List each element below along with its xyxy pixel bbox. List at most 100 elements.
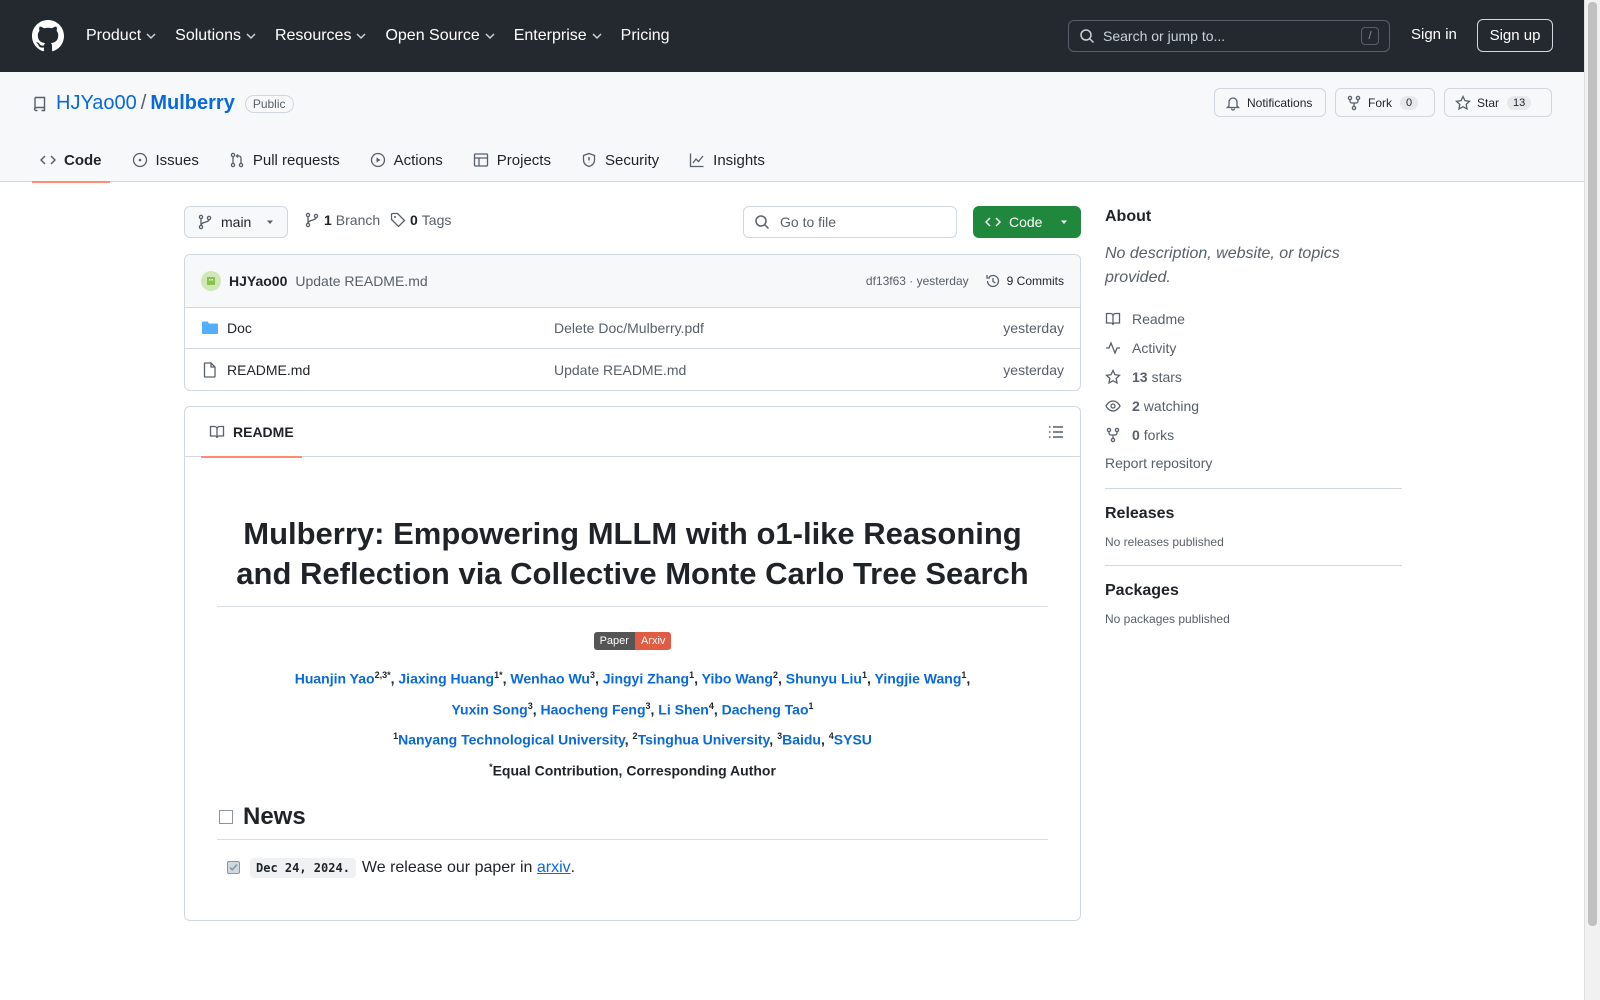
author-link[interactable]: Haocheng Feng <box>540 701 645 717</box>
tab-security[interactable]: Security <box>573 138 667 182</box>
scrollbar-thumb[interactable] <box>1588 2 1597 926</box>
news-date: Dec 24, 2024. <box>250 857 356 878</box>
branch-select-button[interactable]: main <box>184 206 288 238</box>
commit-author-link[interactable]: HJYao00 <box>229 273 287 289</box>
releases-section: Releases No releases published <box>1105 489 1402 566</box>
branches-link[interactable]: 1 Branch <box>304 212 380 228</box>
watchers-link[interactable]: 2 watching <box>1105 391 1402 420</box>
commit-message-link[interactable]: Update README.md <box>295 273 427 289</box>
nav-resources[interactable]: Resources <box>275 27 367 45</box>
author-link[interactable]: Jiaxing Huang <box>398 671 494 687</box>
tab-projects[interactable]: Projects <box>465 138 559 182</box>
graph-icon <box>690 153 704 168</box>
file-name-link[interactable]: Doc <box>201 320 554 336</box>
repo-icon <box>33 96 46 111</box>
pulse-icon <box>1106 340 1120 355</box>
file-row[interactable]: README.md Update README.md yesterday <box>185 349 1080 390</box>
readme-title: Mulberry: Empowering MLLM with o1-like R… <box>217 514 1048 607</box>
arxiv-link[interactable]: arxiv <box>537 859 571 877</box>
badge-left: Paper <box>593 632 635 650</box>
readme-tabbar: README <box>185 407 1080 458</box>
nav-pricing[interactable]: Pricing <box>621 27 670 45</box>
about-description: No description, website, or topics provi… <box>1105 245 1340 286</box>
author-link[interactable]: Yuxin Song <box>451 701 527 717</box>
author-link[interactable]: Huanjin Yao <box>295 671 375 687</box>
stars-link[interactable]: 13 stars <box>1105 362 1402 391</box>
chevron-down-icon <box>246 33 256 40</box>
nav-product[interactable]: Product <box>86 27 157 45</box>
tag-count: 0 <box>410 212 418 228</box>
file-date: yesterday <box>1003 320 1064 336</box>
page-scrollbar[interactable] <box>1584 0 1600 1000</box>
nav-solutions[interactable]: Solutions <box>175 27 257 45</box>
code-dropdown-button[interactable]: Code <box>973 206 1081 238</box>
repo-name-link[interactable]: Mulberry <box>150 92 234 115</box>
avatar-icon <box>207 277 215 285</box>
readme-link[interactable]: Readme <box>1105 304 1402 333</box>
search-placeholder: Search or jump to... <box>1103 28 1226 44</box>
readme-content: Mulberry: Empowering MLLM with o1-like R… <box>185 514 1080 878</box>
author-link[interactable]: Dacheng Tao <box>722 701 809 717</box>
releases-heading[interactable]: Releases <box>1105 505 1402 523</box>
tab-pull-requests[interactable]: Pull requests <box>221 138 348 182</box>
affiliation-link[interactable]: Nanyang Technological University <box>398 732 625 748</box>
star-button[interactable]: Star 13 <box>1444 88 1552 117</box>
author-link[interactable]: Wenhao Wu <box>510 671 590 687</box>
table-icon <box>473 153 488 167</box>
search-icon <box>1080 29 1095 44</box>
file-commit-message[interactable]: Update README.md <box>554 362 686 378</box>
avatar[interactable] <box>201 271 221 291</box>
tab-insights[interactable]: Insights <box>681 138 773 182</box>
repo-title: HJYao00 / Mulberry Public <box>32 92 294 115</box>
news-item: Dec 24, 2024. We release our paper in ar… <box>217 857 1048 878</box>
news-emoji-icon <box>219 809 233 824</box>
repo-tabs: Code Issues Pull requests Actions Projec… <box>32 138 787 183</box>
packages-heading[interactable]: Packages <box>1105 582 1402 600</box>
branch-icon <box>305 212 319 228</box>
tab-issues[interactable]: Issues <box>124 138 207 182</box>
author-link[interactable]: Yibo Wang <box>702 671 773 687</box>
tab-actions[interactable]: Actions <box>362 138 451 182</box>
paper-arxiv-badge[interactable]: Paper Arxiv <box>217 632 1048 650</box>
badge-right: Arxiv <box>634 632 672 650</box>
go-to-file-input[interactable]: Go to file <box>743 206 957 238</box>
file-row[interactable]: Doc Delete Doc/Mulberry.pdf yesterday <box>185 308 1080 349</box>
notifications-button[interactable]: Notifications <box>1214 88 1326 117</box>
global-search-input[interactable]: Search or jump to... / <box>1068 20 1390 52</box>
tags-link[interactable]: 0 Tags <box>390 212 451 228</box>
readme-tab[interactable]: README <box>201 407 302 458</box>
author-link[interactable]: Li Shen <box>658 701 709 717</box>
repo-owner-link[interactable]: HJYao00 <box>56 92 137 115</box>
issue-icon <box>132 152 147 168</box>
tab-code[interactable]: Code <box>32 138 110 183</box>
file-name-link[interactable]: README.md <box>201 362 554 378</box>
activity-link[interactable]: Activity <box>1105 333 1402 362</box>
affiliation-link[interactable]: SYSU <box>834 732 872 748</box>
table-of-contents-icon[interactable] <box>1048 424 1064 440</box>
chevron-down-icon <box>146 33 156 40</box>
nav-open-source[interactable]: Open Source <box>385 27 495 45</box>
play-icon <box>370 152 385 168</box>
author-link[interactable]: Jingyi Zhang <box>603 671 689 687</box>
nav-enterprise[interactable]: Enterprise <box>514 27 603 45</box>
forks-link[interactable]: 0 forks <box>1105 420 1402 449</box>
file-commit-message[interactable]: Delete Doc/Mulberry.pdf <box>554 320 704 336</box>
sign-in-link[interactable]: Sign in <box>1411 26 1457 43</box>
sign-up-button[interactable]: Sign up <box>1477 19 1553 52</box>
github-logo-icon[interactable] <box>32 20 64 52</box>
commit-hash-time[interactable]: df13f63 · yesterday <box>866 274 969 288</box>
about-heading: About <box>1105 208 1152 225</box>
affiliation-link[interactable]: Tsinghua University <box>638 732 770 748</box>
tag-icon <box>390 212 406 228</box>
author-link[interactable]: Yingjie Wang <box>875 671 962 687</box>
history-icon <box>986 274 999 288</box>
affiliation-link[interactable]: Baidu <box>782 732 821 748</box>
commits-history-link[interactable]: 9 Commits <box>985 273 1064 289</box>
fork-button[interactable]: Fork 0 <box>1335 88 1435 117</box>
readme-panel: README Mulberry: Empowering MLLM with o1… <box>184 406 1081 921</box>
report-repository-link[interactable]: Report repository <box>1105 455 1402 489</box>
global-header: Product Solutions Resources Open Source … <box>0 0 1584 72</box>
fork-icon <box>1347 95 1361 110</box>
commit-meta: df13f63 · yesterday 9 Commits <box>866 273 1064 289</box>
author-link[interactable]: Shunyu Liu <box>786 671 862 687</box>
